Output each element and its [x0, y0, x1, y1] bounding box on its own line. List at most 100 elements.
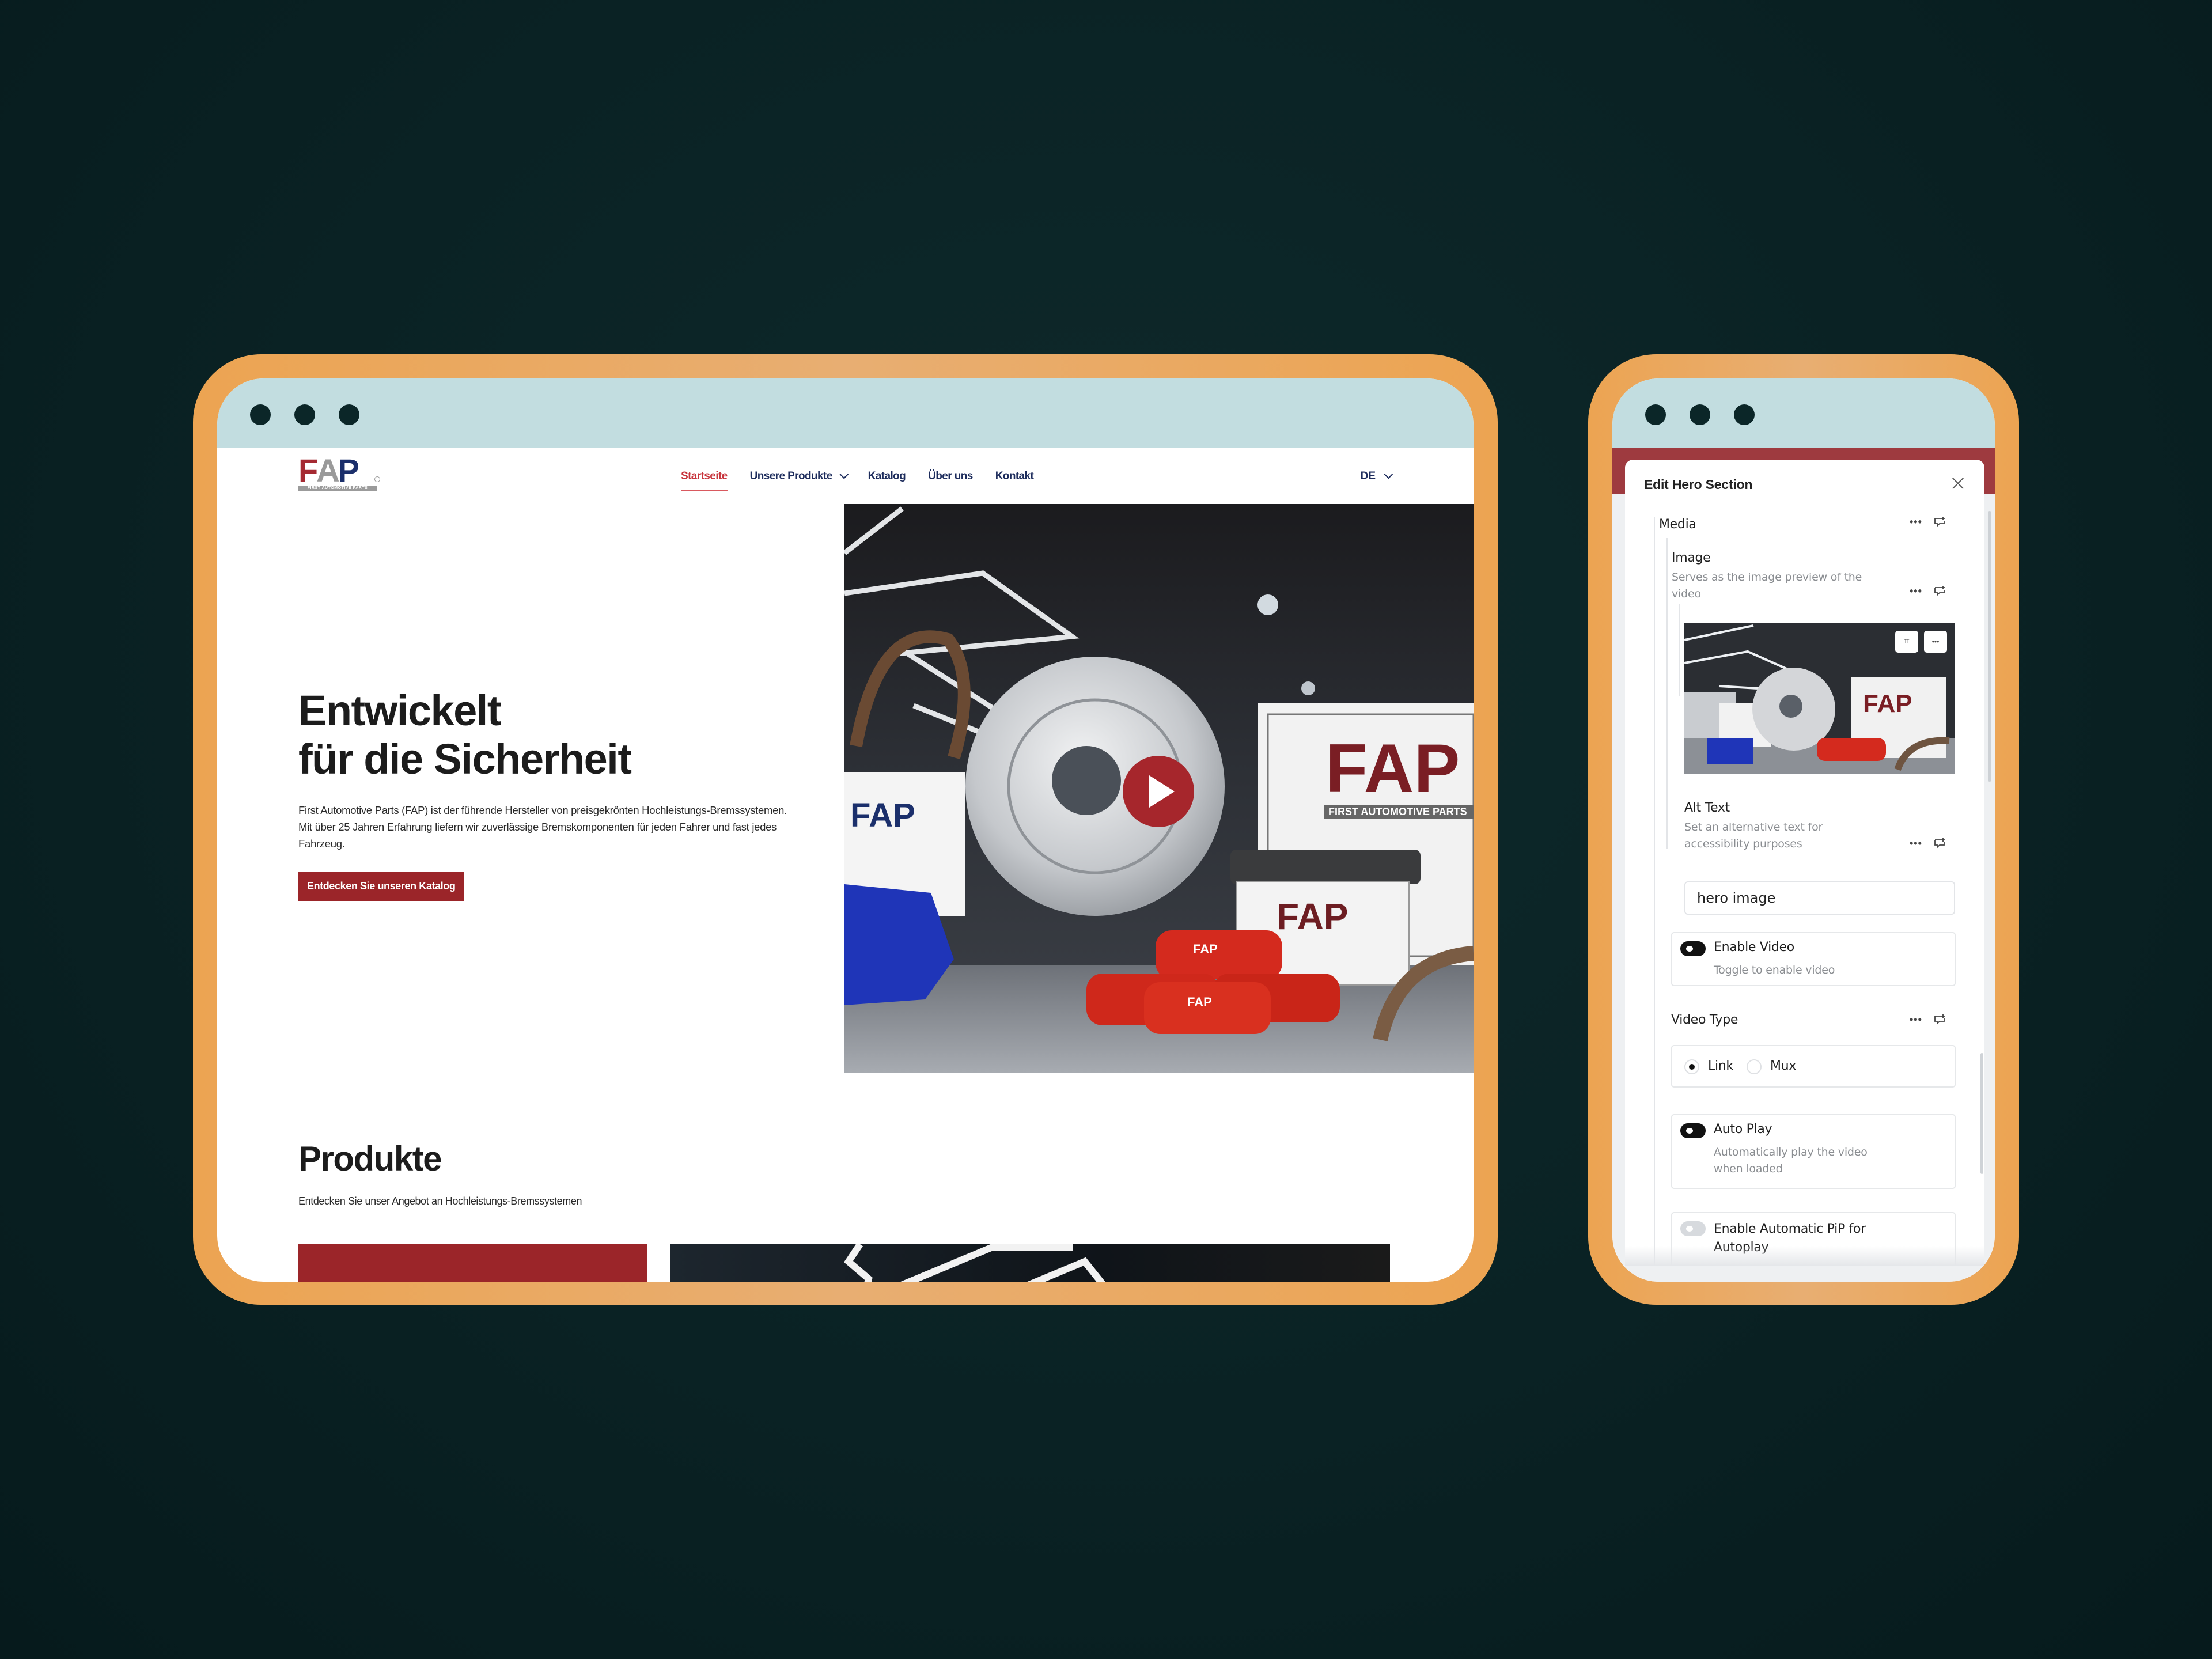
media-label: Media: [1659, 517, 1696, 532]
box-brand-large: FAP: [1325, 730, 1460, 807]
nav-label: Unsere Produkte: [749, 469, 833, 482]
logo-letters: F A P: [298, 452, 359, 488]
window-dot-minimize[interactable]: [294, 404, 315, 425]
crop-icon: ⌗: [1904, 637, 1910, 646]
svg-text:FAP: FAP: [1863, 690, 1912, 718]
main-menu: Startseite Unsere Produkte Katalog Über …: [681, 448, 1034, 504]
window-dot-close[interactable]: [1645, 404, 1666, 425]
hero-lead: First Automotive Parts (FAP) ist der füh…: [298, 804, 787, 850]
product-card-lights: [844, 1244, 1105, 1282]
headline-line-2: für die Sicherheit: [298, 735, 632, 783]
nav-item-startseite[interactable]: Startseite: [681, 469, 728, 491]
logo-letter-f: F: [298, 452, 318, 488]
auto-play-toggle[interactable]: [1680, 1123, 1706, 1138]
window-dot-maximize[interactable]: [1734, 404, 1755, 425]
chevron-down-icon: [1384, 469, 1393, 479]
catalog-cta-button[interactable]: Entdecken Sie unseren Katalog: [298, 872, 464, 901]
alt-text-actions: •••: [1910, 838, 1946, 849]
auto-play-field: Auto Play Automatically play the video w…: [1671, 1114, 1956, 1189]
nav-item-unsere-produkte[interactable]: Unsere Produkte: [749, 469, 849, 483]
headline-line-1: Entwickelt: [298, 687, 502, 734]
editor-window: Edit Hero Section Media ••• Image Serves…: [1612, 378, 1995, 1282]
more-icon: •••: [1931, 638, 1940, 646]
radio-link[interactable]: [1684, 1059, 1699, 1074]
enable-video-description: Toggle to enable video: [1714, 964, 1835, 976]
hero-video-preview[interactable]: FAP FAP FIRST AUTOMOTIVE PARTS FAP FAP F…: [844, 504, 1474, 1073]
media-actions: •••: [1910, 516, 1946, 528]
logo-tagline: FIRST AUTOMOTIVE PARTS: [298, 486, 377, 491]
window-titlebar: [217, 378, 1474, 448]
radio-link-label[interactable]: Link: [1708, 1059, 1733, 1073]
nav-item-ueber-uns[interactable]: Über uns: [928, 470, 973, 483]
image-label: Image: [1672, 551, 1711, 565]
nav-label: Kontakt: [995, 469, 1034, 482]
pad-label: FAP: [1193, 942, 1218, 956]
image-actions: •••: [1910, 585, 1946, 597]
svg-text:FAP: FAP: [1277, 896, 1348, 937]
window-dot-minimize[interactable]: [1690, 404, 1710, 425]
add-comment-icon[interactable]: [1934, 585, 1946, 597]
logo-letter-p: P: [338, 452, 359, 488]
logo-letter-a: A: [316, 452, 339, 488]
auto-play-description: Automatically play the video when loaded: [1714, 1146, 1868, 1175]
page-scrollbar[interactable]: [1988, 511, 1991, 782]
more-icon[interactable]: •••: [1910, 838, 1922, 849]
image-more-button[interactable]: •••: [1924, 631, 1947, 653]
nav-item-kontakt[interactable]: Kontakt: [995, 470, 1034, 483]
product-card-red[interactable]: [298, 1244, 647, 1282]
radio-mux[interactable]: [1747, 1059, 1762, 1074]
products-heading: Produkte: [298, 1139, 442, 1178]
image-thumbnail[interactable]: FAP ⌗ •••: [1684, 623, 1955, 774]
panel-scrollbar[interactable]: [1980, 1053, 1983, 1174]
enable-video-toggle[interactable]: [1680, 941, 1706, 956]
add-comment-icon[interactable]: [1934, 516, 1946, 528]
hero-headline: Entwickelt für die Sicherheit: [298, 687, 794, 783]
language-selector[interactable]: DE: [1361, 448, 1393, 504]
play-icon: [1149, 775, 1175, 808]
panel-title: Edit Hero Section: [1644, 477, 1753, 492]
nesting-line-image-preview: [1679, 604, 1680, 696]
play-button[interactable]: [1123, 756, 1194, 827]
enable-video-label: Enable Video: [1714, 940, 1794, 955]
alt-text-label: Alt Text: [1684, 801, 1730, 815]
nav-label: Über uns: [928, 469, 973, 482]
nav-item-katalog[interactable]: Katalog: [868, 470, 906, 483]
more-icon[interactable]: •••: [1910, 517, 1922, 527]
video-type-actions: •••: [1910, 1014, 1946, 1025]
nav-label: Katalog: [868, 469, 906, 482]
image-description: Serves as the image preview of the video: [1672, 571, 1862, 600]
svg-text:FAP: FAP: [850, 797, 915, 834]
close-icon[interactable]: [1951, 476, 1965, 490]
window-dot-maximize[interactable]: [339, 404, 359, 425]
panel-bottom-edge: [1625, 1246, 1984, 1266]
alt-text-input[interactable]: hero image: [1684, 881, 1955, 915]
chevron-down-icon: [839, 469, 849, 479]
website-window: F A P FIRST AUTOMOTIVE PARTS Startseite …: [217, 378, 1474, 1282]
fap-logo[interactable]: F A P FIRST AUTOMOTIVE PARTS: [298, 452, 380, 494]
pad-label: FAP: [1187, 995, 1212, 1009]
more-icon[interactable]: •••: [1910, 586, 1922, 596]
auto-play-label: Auto Play: [1714, 1122, 1772, 1137]
window-dot-close[interactable]: [250, 404, 271, 425]
video-type-label: Video Type: [1671, 1013, 1738, 1027]
video-type-radio-group: Link Mux: [1671, 1045, 1956, 1088]
more-icon[interactable]: •••: [1910, 1014, 1922, 1025]
enable-video-field: Enable Video Toggle to enable video: [1671, 932, 1956, 986]
nav-label: Startseite: [681, 469, 728, 482]
alt-text-description: Set an alternative text for accessibilit…: [1684, 821, 1823, 850]
nesting-line-image: [1666, 538, 1668, 849]
site-navbar: F A P FIRST AUTOMOTIVE PARTS Startseite …: [217, 448, 1474, 504]
crop-button[interactable]: ⌗: [1895, 631, 1918, 653]
window-titlebar: [1612, 378, 1995, 448]
box-brand-tagline: FIRST AUTOMOTIVE PARTS: [1328, 806, 1467, 817]
radio-mux-label[interactable]: Mux: [1770, 1059, 1796, 1073]
product-card-image[interactable]: [670, 1244, 1390, 1282]
nesting-line-media: [1654, 517, 1655, 1266]
registered-icon: [374, 476, 380, 482]
products-subtitle: Entdecken Sie unser Angebot an Hochleist…: [298, 1195, 582, 1207]
pip-toggle[interactable]: [1680, 1221, 1706, 1236]
add-comment-icon[interactable]: [1934, 838, 1946, 849]
add-comment-icon[interactable]: [1934, 1014, 1946, 1025]
edit-hero-panel: Edit Hero Section Media ••• Image Serves…: [1625, 460, 1984, 1266]
hero-text: Entwickelt für die Sicherheit First Auto…: [298, 687, 794, 901]
